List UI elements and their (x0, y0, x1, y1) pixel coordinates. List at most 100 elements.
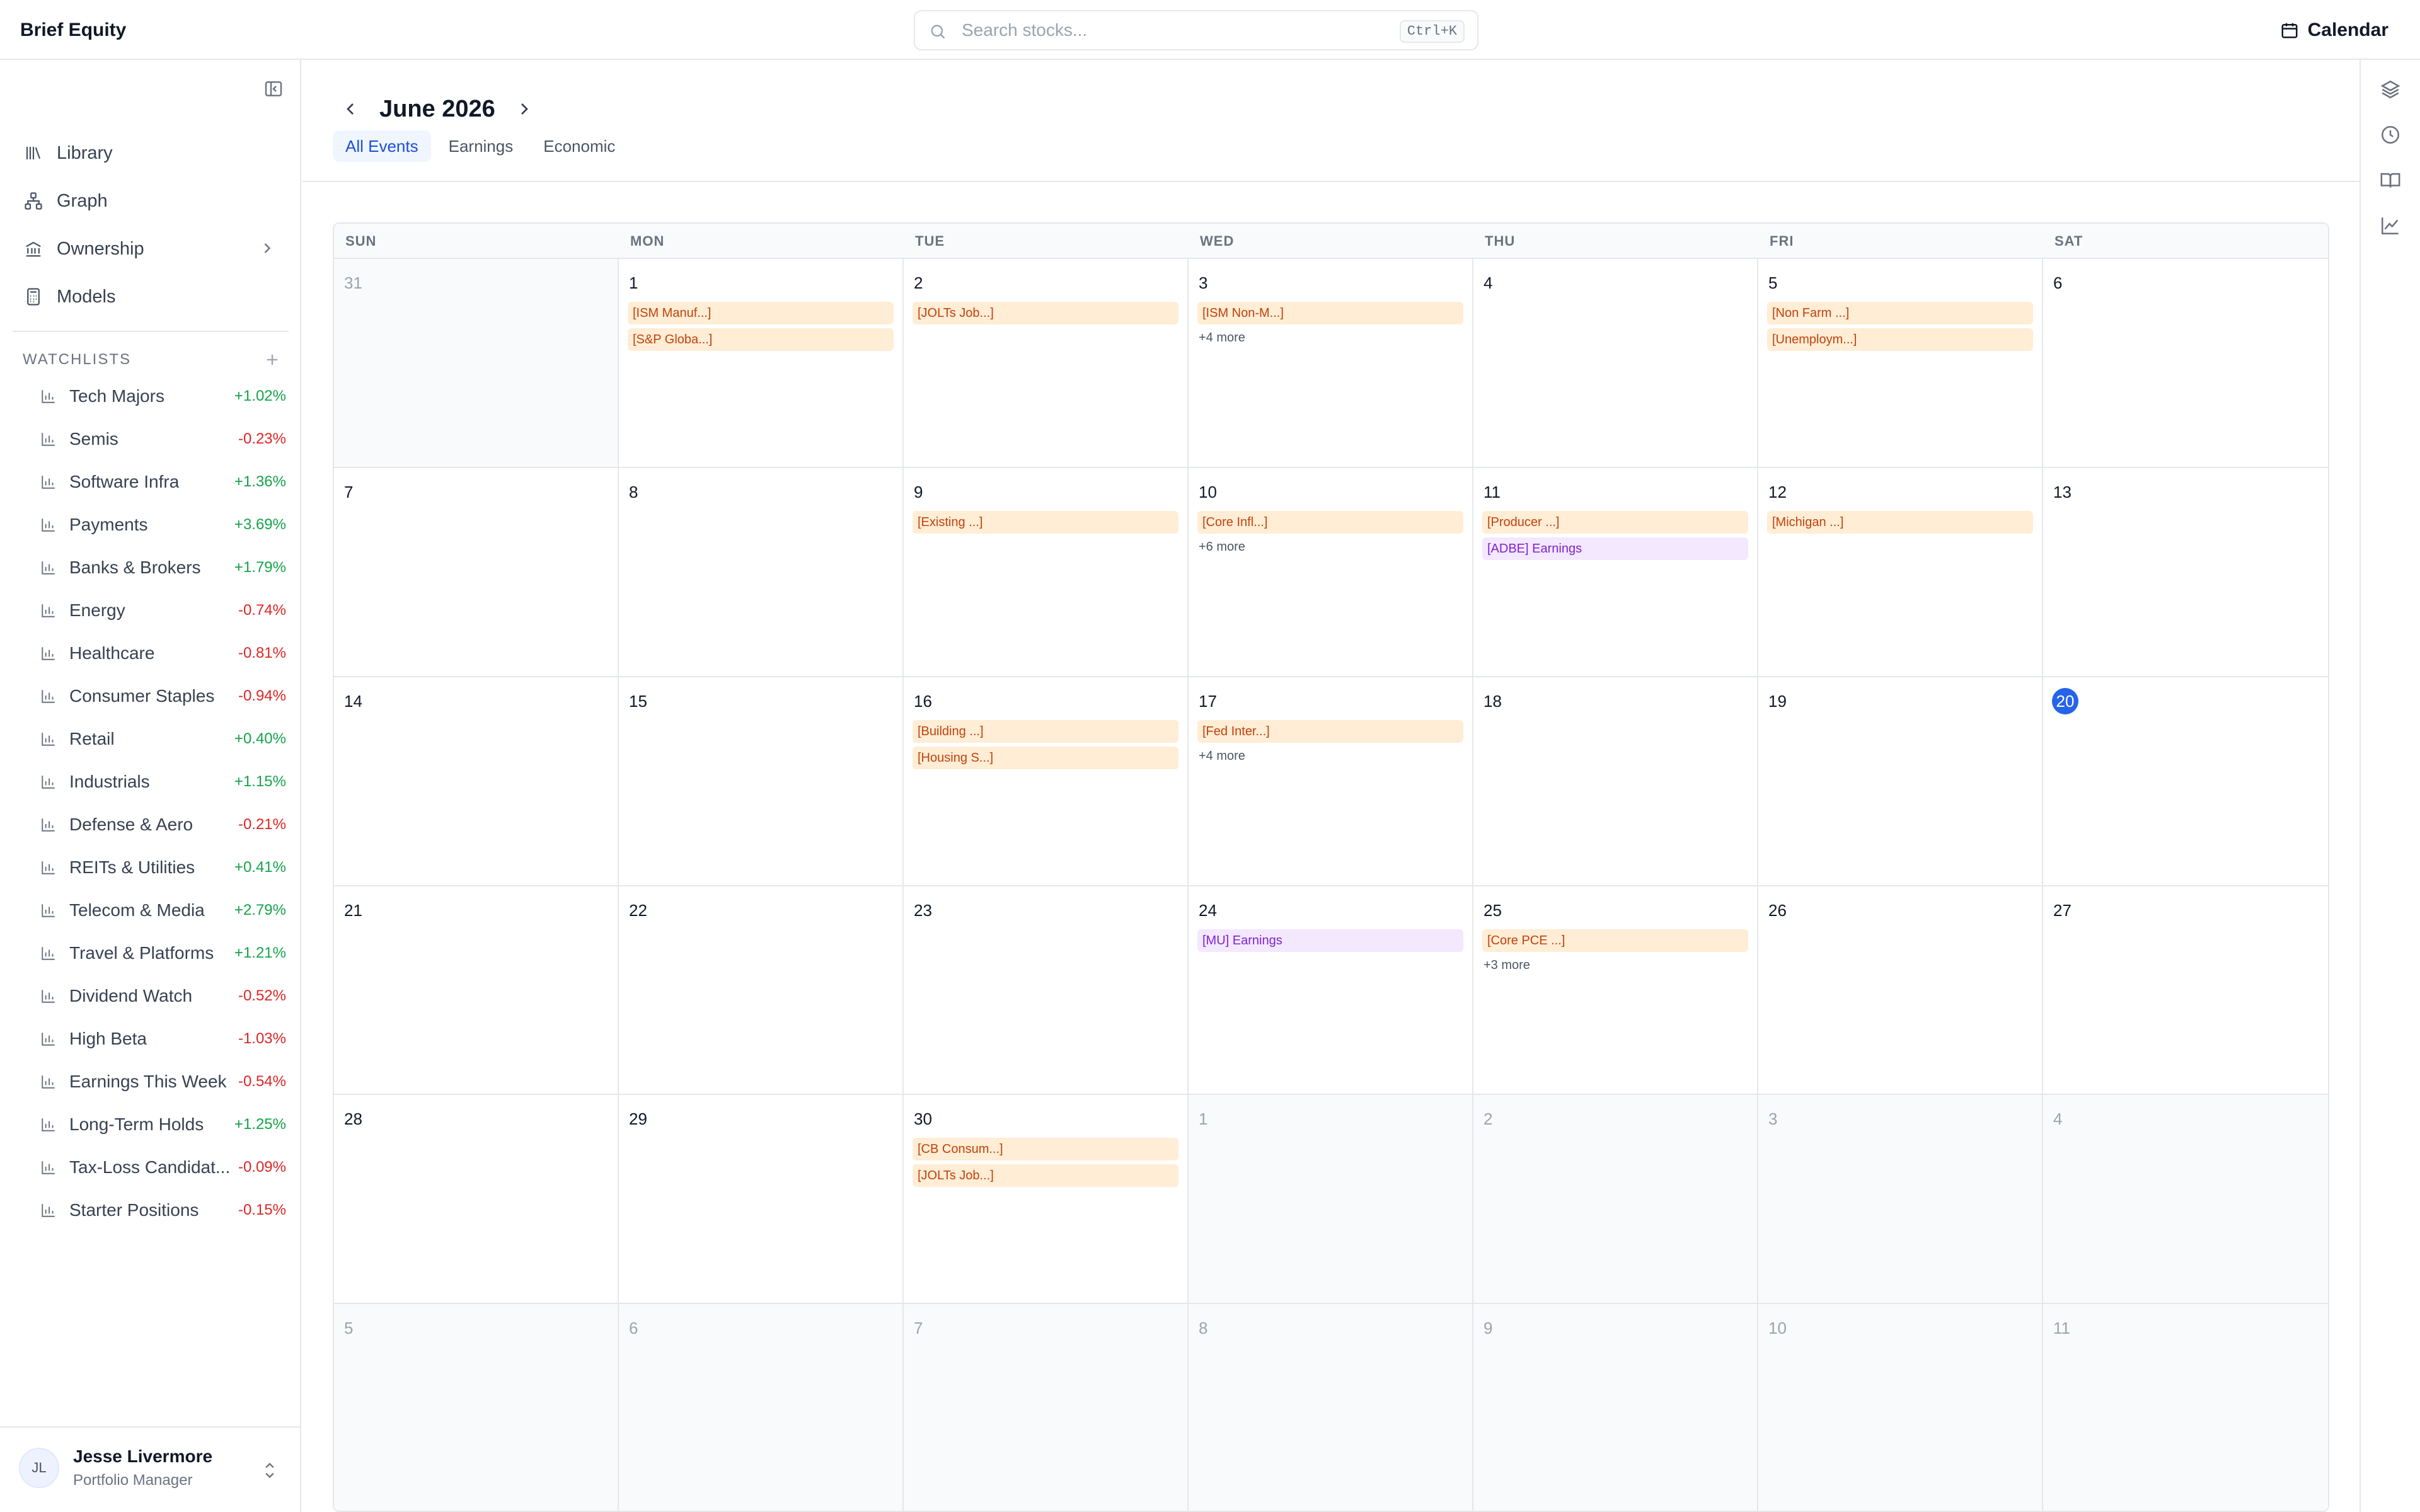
watchlist-item[interactable]: Dividend Watch -0.52% (23, 975, 286, 1017)
calendar-day-cell[interactable]: 17 [Fed Inter...] +4 more (1189, 677, 1473, 886)
watchlist-item[interactable]: Software Infra +1.36% (23, 461, 286, 503)
watchlist-item[interactable]: Banks & Brokers +1.79% (23, 546, 286, 589)
chevron-right-icon[interactable] (258, 239, 276, 257)
earnings-event[interactable]: [MU] Earnings (1197, 929, 1463, 952)
calendar-day-cell[interactable]: 25 [Core PCE ...] +3 more (1473, 886, 1758, 1096)
calendar-day-cell[interactable]: 28 (334, 1095, 619, 1305)
sidebar-item-ownership[interactable]: Ownership (13, 225, 290, 273)
user-profile[interactable]: JL Jesse Livermore Portfolio Manager (0, 1426, 300, 1512)
watchlist-item[interactable]: REITs & Utilities +0.41% (23, 846, 286, 889)
calendar-day-cell[interactable]: 5 (334, 1304, 619, 1511)
watchlist-item[interactable]: Earnings This Week -0.54% (23, 1060, 286, 1103)
more-events-link[interactable]: +6 more (1197, 537, 1463, 556)
economic-event[interactable]: [ISM Manuf...] (628, 302, 894, 324)
economic-event[interactable]: [JOLTs Job...] (913, 1164, 1178, 1188)
watchlist-item[interactable]: Long-Term Holds +1.25% (23, 1103, 286, 1146)
calendar-day-cell[interactable]: 7 (334, 467, 619, 677)
calendar-day-cell[interactable]: 30 [CB Consum...] [JOLTs Job...] (904, 1095, 1189, 1305)
earnings-event[interactable]: [ADBE] Earnings (1482, 537, 1748, 560)
calendar-button[interactable]: Calendar (2280, 16, 2388, 44)
calendar-day-cell[interactable]: 4 (2043, 1095, 2328, 1305)
calendar-day-cell[interactable]: 11 (2043, 1304, 2328, 1511)
add-watchlist-icon[interactable] (263, 351, 281, 369)
watchlist-item[interactable]: Starter Positions -0.15% (23, 1189, 286, 1232)
more-events-link[interactable]: +4 more (1197, 747, 1463, 765)
calendar-day-cell[interactable]: 27 (2043, 886, 2328, 1096)
calendar-day-cell[interactable]: 13 (2043, 468, 2328, 677)
tab-economic[interactable]: Economic (531, 130, 628, 162)
calendar-day-cell[interactable]: 6 (2043, 259, 2328, 468)
book-icon[interactable] (2380, 169, 2401, 191)
calendar-day-cell[interactable]: 12 [Michigan ...] (1758, 467, 2043, 677)
clock-icon[interactable] (2380, 124, 2401, 146)
calendar-day-cell[interactable]: 2 (1473, 1095, 1758, 1305)
calendar-day-cell[interactable]: 1 [ISM Manuf...] [S&P Globa...] (619, 259, 904, 468)
economic-event[interactable]: [Michigan ...] (1767, 510, 2033, 534)
prev-month-icon[interactable] (340, 99, 360, 119)
calendar-day-cell[interactable]: 9 (1473, 1304, 1758, 1511)
economic-event[interactable]: [ISM Non-M...] (1197, 302, 1463, 324)
calendar-day-cell[interactable]: 24 [MU] Earnings (1189, 886, 1473, 1096)
calendar-day-cell[interactable]: 16 [Building ...] [Housing S...] (904, 677, 1189, 886)
search-box[interactable]: Ctrl+K (914, 10, 1478, 50)
sidebar-item-models[interactable]: Models (13, 273, 290, 321)
economic-event[interactable]: [Building ...] (913, 719, 1178, 743)
sidebar-collapse-icon[interactable] (263, 79, 284, 99)
calendar-day-cell[interactable]: 1 (1189, 1095, 1473, 1305)
calendar-day-cell[interactable]: 5 [Non Farm ...] [Unemploym...] (1758, 259, 2043, 468)
watchlist-item[interactable]: Industrials +1.15% (23, 760, 286, 803)
watchlist-item[interactable]: Telecom & Media +2.79% (23, 889, 286, 932)
sidebar-item-graph[interactable]: Graph (13, 177, 290, 225)
watchlist-item[interactable]: Tax-Loss Candidat... -0.09% (23, 1146, 286, 1189)
chevrons-up-down-icon[interactable] (261, 1459, 279, 1482)
tab-earnings[interactable]: Earnings (436, 130, 526, 162)
calendar-day-cell[interactable]: 29 (619, 1095, 904, 1305)
watchlist-item[interactable]: Tech Majors +1.02% (23, 375, 286, 418)
calendar-day-cell[interactable]: 21 (334, 886, 619, 1096)
app-brand[interactable]: Brief Equity (20, 18, 126, 43)
watchlist-item[interactable]: High Beta -1.03% (23, 1017, 286, 1060)
economic-event[interactable]: [Core PCE ...] (1482, 929, 1748, 952)
calendar-day-cell[interactable]: 19 (1758, 677, 2043, 886)
calendar-day-cell[interactable]: 15 (619, 677, 904, 886)
next-month-icon[interactable] (514, 99, 534, 119)
calendar-day-cell[interactable]: 14 (334, 677, 619, 886)
watchlist-item[interactable]: Consumer Staples -0.94% (23, 675, 286, 718)
watchlist-item[interactable]: Retail +0.40% (23, 718, 286, 760)
economic-event[interactable]: [CB Consum...] (913, 1138, 1178, 1161)
layers-icon[interactable] (2380, 79, 2401, 100)
calendar-day-cell[interactable]: 8 (1189, 1304, 1473, 1511)
watchlist-item[interactable]: Defense & Aero -0.21% (23, 803, 286, 846)
watchlist-item[interactable]: Energy -0.74% (23, 589, 286, 632)
watchlist-item[interactable]: Payments +3.69% (23, 503, 286, 546)
calendar-day-cell[interactable]: 22 (619, 886, 904, 1096)
calendar-day-cell[interactable]: 3 (1758, 1095, 2043, 1305)
calendar-day-cell[interactable]: 8 (619, 467, 904, 677)
economic-event[interactable]: [Fed Inter...] (1197, 719, 1463, 743)
calendar-day-cell[interactable]: 11 [Producer ...] [ADBE] Earnings (1473, 467, 1758, 677)
calendar-day-cell[interactable]: 10 [Core Infl...] +6 more (1189, 467, 1473, 677)
watchlist-item[interactable]: Travel & Platforms +1.21% (23, 932, 286, 975)
economic-event[interactable]: [Existing ...] (913, 510, 1178, 534)
watchlist-item[interactable]: Healthcare -0.81% (23, 632, 286, 675)
calendar-day-cell[interactable]: 18 (1473, 677, 1758, 886)
more-events-link[interactable]: +3 more (1482, 956, 1748, 975)
calendar-day-cell[interactable]: 10 (1758, 1304, 2043, 1511)
search-input[interactable] (962, 18, 1340, 43)
economic-event[interactable]: [Non Farm ...] (1767, 302, 2033, 324)
calendar-day-cell[interactable]: 4 (1473, 259, 1758, 468)
calendar-day-cell[interactable]: 26 (1758, 886, 2043, 1096)
economic-event[interactable]: [Core Infl...] (1197, 510, 1463, 534)
calendar-day-cell[interactable]: 2 [JOLTs Job...] (904, 259, 1189, 468)
economic-event[interactable]: [Unemploym...] (1767, 328, 2033, 351)
calendar-day-cell[interactable]: 6 (619, 1304, 904, 1511)
economic-event[interactable]: [Producer ...] (1482, 510, 1748, 534)
line-chart-icon[interactable] (2380, 215, 2401, 236)
more-events-link[interactable]: +4 more (1197, 328, 1463, 347)
watchlist-item[interactable]: Semis -0.23% (23, 418, 286, 461)
sidebar-item-library[interactable]: Library (13, 129, 290, 177)
calendar-day-cell[interactable]: 9 [Existing ...] (904, 467, 1189, 677)
calendar-day-cell[interactable]: 23 (904, 886, 1189, 1096)
economic-event[interactable]: [JOLTs Job...] (913, 302, 1178, 324)
calendar-day-cell[interactable]: 3 [ISM Non-M...] +4 more (1189, 259, 1473, 468)
